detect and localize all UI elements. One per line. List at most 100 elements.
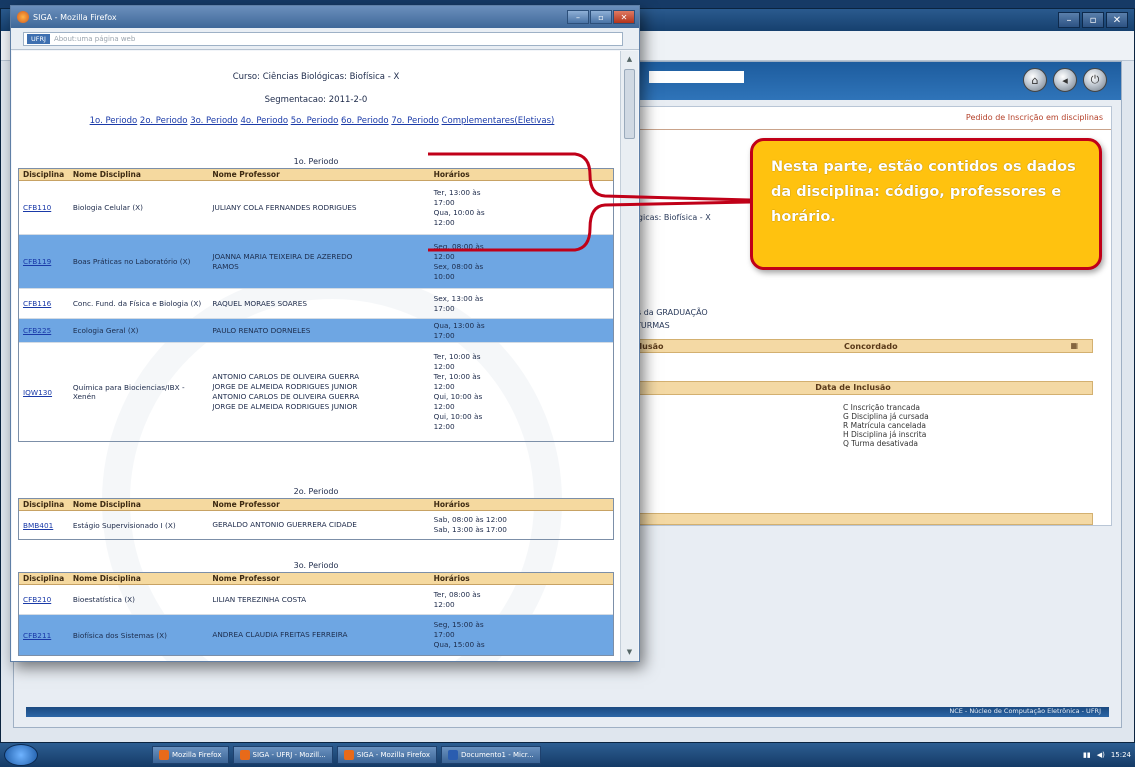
table-row: CFB119 Boas Práticas no Laboratório (X) … (19, 235, 613, 289)
taskbar-item[interactable]: Documento1 - Micr... (441, 746, 541, 764)
address-bar: UFRJ About:uma página web (11, 28, 639, 50)
url-text: About:uma página web (53, 34, 136, 43)
header-hours: Horários (433, 499, 470, 509)
system-tray: ▮▮ ◀) 15:24 (1083, 751, 1131, 759)
vertical-scrollbar[interactable]: ▲ ▼ (620, 51, 638, 661)
period-link[interactable]: 3o. Periodo (190, 116, 238, 126)
hour-line: 12:00 (433, 402, 455, 411)
network-icon[interactable]: ▮▮ (1083, 751, 1091, 759)
professor: JORGE DE ALMEIDA RODRIGUES JUNIOR (212, 382, 358, 391)
segmentacao-heading: Segmentacao: 2011-2-0 (264, 95, 368, 105)
table-row: CFB116 Conc. Fund. da Física e Biologia … (19, 289, 613, 319)
period-table: Disciplina Nome Disciplina Nome Professo… (18, 572, 614, 656)
hour-line: 17:00 (433, 630, 455, 639)
start-button[interactable] (4, 744, 38, 766)
scroll-thumb[interactable] (624, 69, 635, 139)
hour-line: 17:00 (433, 303, 455, 313)
professor: PAULO RENATO DORNELES (212, 325, 311, 335)
siga-footer (26, 707, 1109, 717)
pedido-label: Pedido de Inscrição em disciplinas (965, 113, 1103, 122)
prof-cell: GERALDO ANTONIO GUERRERA CIDADE (208, 520, 429, 530)
course-code-link[interactable]: IQW130 (23, 388, 52, 397)
taskbar-item[interactable]: Mozilla Firefox (152, 746, 229, 764)
taskbar-item-label: SIGA - UFRJ - Mozill... (252, 751, 326, 759)
course-code-link[interactable]: BMB401 (23, 521, 53, 530)
period-table: Disciplina Nome Disciplina Nome Professo… (18, 168, 614, 442)
period-table: Disciplina Nome Disciplina Nome Professo… (18, 498, 614, 540)
minimize-icon[interactable]: – (1058, 12, 1080, 28)
course-code-link[interactable]: CFB225 (23, 326, 51, 335)
name-cell: Estágio Supervisionado I (X) (72, 520, 176, 530)
minimize-icon[interactable]: – (567, 10, 589, 24)
scroll-down-icon[interactable]: ▼ (623, 646, 636, 659)
divider (613, 129, 1111, 130)
hour-line: 12:00 (433, 422, 455, 431)
header-code: Disciplina (23, 574, 65, 583)
taskbar: Mozilla Firefox SIGA - UFRJ - Mozill... … (0, 743, 1135, 767)
code-cell: CFB210 (19, 595, 71, 604)
period-link[interactable]: 5o. Periodo (291, 116, 339, 126)
period-link[interactable]: 4o. Periodo (240, 116, 288, 126)
popup-title: SIGA - Mozilla Firefox (33, 12, 117, 22)
course-code-link[interactable]: CFB119 (23, 257, 51, 266)
period-link[interactable]: 2o. Periodo (140, 116, 188, 126)
period-link[interactable]: 1o. Periodo (90, 116, 138, 126)
period-link[interactable]: 7o. Periodo (391, 116, 439, 126)
period-link[interactable]: 6o. Periodo (341, 116, 389, 126)
close-icon[interactable]: ✕ (1106, 12, 1128, 28)
home-icon[interactable]: ⌂ (1023, 68, 1047, 92)
legend-item: C Inscrição trancada (843, 403, 920, 412)
clock[interactable]: 15:24 (1111, 751, 1131, 759)
back-icon[interactable]: ◂ (1053, 68, 1077, 92)
period-links: 1o. Periodo 2o. Periodo 3o. Periodo 4o. … (72, 115, 572, 127)
maximize-icon[interactable]: ▫ (1082, 12, 1104, 28)
taskbar-item[interactable]: SIGA - UFRJ - Mozill... (232, 746, 333, 764)
taskbar-item[interactable]: SIGA - Mozilla Firefox (336, 746, 437, 764)
table-title: 2o. Periodo (293, 487, 339, 496)
data-inclusao-bar: Data de Inclusão (613, 381, 1093, 395)
hour-line: Qui, 10:00 às (433, 412, 483, 421)
popup-titlebar: SIGA - Mozilla Firefox – ▫ ✕ (11, 6, 639, 28)
course-code-link[interactable]: CFB116 (23, 299, 51, 308)
header-name: Nome Disciplina (72, 500, 141, 509)
hour-line: 17:00 (433, 197, 455, 207)
hour-line: Sab, 13:00 às 17:00 (433, 525, 507, 534)
header-hours: Horários (433, 573, 470, 583)
concordado-label: Concordado (844, 342, 898, 351)
hour-line: Ter, 08:00 às (433, 589, 481, 599)
hours-cell: Qua, 13:00 às 17:00 (430, 321, 613, 341)
period-link[interactable]: Complementares(Eletivas) (442, 116, 555, 126)
header-code: Disciplina (23, 170, 65, 179)
logout-icon[interactable]: ⏻ (1083, 68, 1107, 92)
site-badge: UFRJ (27, 33, 50, 44)
hour-line: Ter, 13:00 às (433, 187, 481, 197)
professor: JULIANY COLA FERNANDES RODRIGUES (212, 202, 357, 212)
name-cell: Biofísica dos Sistemas (X) (72, 630, 167, 640)
legend-item: R Matrícula cancelada (843, 421, 926, 430)
table-header: Disciplina Nome Disciplina Nome Professo… (19, 499, 613, 511)
taskbar-item-label: Documento1 - Micr... (461, 751, 534, 759)
close-icon[interactable]: ✕ (613, 10, 635, 24)
course-code-link[interactable]: CFB211 (23, 631, 51, 640)
maximize-icon[interactable]: ▫ (590, 10, 612, 24)
professor: JORGE DE ALMEIDA RODRIGUES JUNIOR (212, 402, 358, 411)
table-header: Disciplina Nome Disciplina Nome Professo… (19, 169, 613, 181)
code-cell: CFB110 (19, 203, 71, 212)
name-cell: Ecologia Geral (X) (72, 326, 139, 335)
header-prof: Nome Professor (212, 170, 280, 179)
hour-line: Qua, 10:00 às (433, 207, 485, 217)
scroll-up-icon[interactable]: ▲ (623, 53, 636, 66)
hour-line: Qua, 13:00 às (433, 320, 485, 330)
course-code-link[interactable]: CFB110 (23, 203, 51, 212)
volume-icon[interactable]: ◀) (1097, 751, 1105, 759)
hour-line: 17:00 (433, 330, 455, 340)
prof-cell: PAULO RENATO DORNELES (208, 326, 429, 336)
prof-cell: LILIAN TEREZINHA COSTA (208, 595, 429, 605)
grid-icon[interactable]: ▦ (1070, 341, 1078, 350)
url-field[interactable]: UFRJ About:uma página web (23, 31, 623, 46)
prof-cell: JULIANY COLA FERNANDES RODRIGUES (208, 203, 429, 213)
siga-nav-buttons: ⌂ ◂ ⏻ (1023, 68, 1107, 92)
code-cell: CFB116 (19, 299, 71, 308)
course-code-link[interactable]: CFB210 (23, 595, 51, 604)
status-legend: C Inscrição trancada G Disciplina já cur… (843, 403, 929, 448)
